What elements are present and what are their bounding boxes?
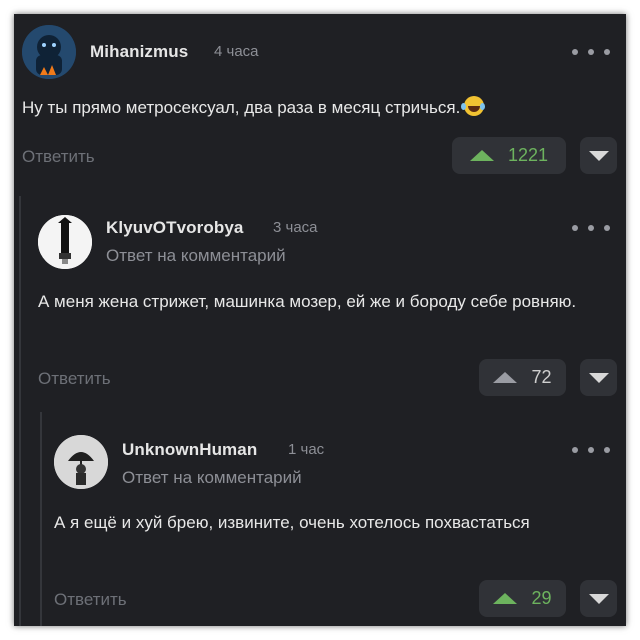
downvote-arrow-icon xyxy=(588,593,609,604)
timestamp: 1 час xyxy=(288,441,325,458)
thread-line xyxy=(40,412,42,626)
downvote-button[interactable] xyxy=(580,580,617,617)
more-options-icon[interactable] xyxy=(572,47,610,57)
vote-count: 29 xyxy=(531,588,552,608)
reply-button[interactable]: Ответить xyxy=(22,147,95,167)
comment-text: Ну ты прямо метросексуал, два раза в мес… xyxy=(22,92,612,123)
reply-note[interactable]: Ответ на комментарий xyxy=(106,246,286,266)
upvote-arrow-icon xyxy=(469,150,494,161)
upvote-button[interactable]: 1221 xyxy=(452,137,566,174)
downvote-arrow-icon xyxy=(588,372,609,383)
reply-button[interactable]: Ответить xyxy=(54,590,127,610)
downvote-arrow-icon xyxy=(588,150,609,161)
upvote-button[interactable]: 72 xyxy=(479,359,566,396)
upvote-arrow-icon xyxy=(493,593,518,604)
avatar[interactable] xyxy=(22,25,76,79)
vote-count: 1221 xyxy=(507,145,549,165)
timestamp: 3 часа xyxy=(273,219,318,236)
thread-line xyxy=(19,196,21,626)
downvote-button[interactable] xyxy=(580,137,617,174)
comment-text: А меня жена стрижет, машинка мозер, ей ж… xyxy=(38,292,577,311)
comments-thread: Mihanizmus 4 часа Ну ты прямо метросексу… xyxy=(14,14,626,626)
avatar[interactable] xyxy=(38,215,92,269)
downvote-button[interactable] xyxy=(580,359,617,396)
reply-note[interactable]: Ответ на комментарий xyxy=(122,468,302,488)
more-options-icon[interactable] xyxy=(572,445,610,455)
username[interactable]: KlyuvOTvorobya xyxy=(106,218,243,238)
upvote-arrow-icon xyxy=(493,372,518,383)
reply-button[interactable]: Ответить xyxy=(38,369,111,389)
vote-count: 72 xyxy=(531,367,552,387)
avatar[interactable] xyxy=(54,435,108,489)
upvote-button[interactable]: 29 xyxy=(479,580,566,617)
tears-of-joy-emoji-icon xyxy=(461,96,485,116)
more-options-icon[interactable] xyxy=(572,223,610,233)
username[interactable]: Mihanizmus xyxy=(90,42,188,62)
comment-text: А я ещё и хуй брею, извините, очень хоте… xyxy=(54,513,530,532)
username[interactable]: UnknownHuman xyxy=(122,440,257,460)
timestamp: 4 часа xyxy=(214,43,259,60)
comment-text-body: Ну ты прямо метросексуал, два раза в мес… xyxy=(22,98,461,117)
